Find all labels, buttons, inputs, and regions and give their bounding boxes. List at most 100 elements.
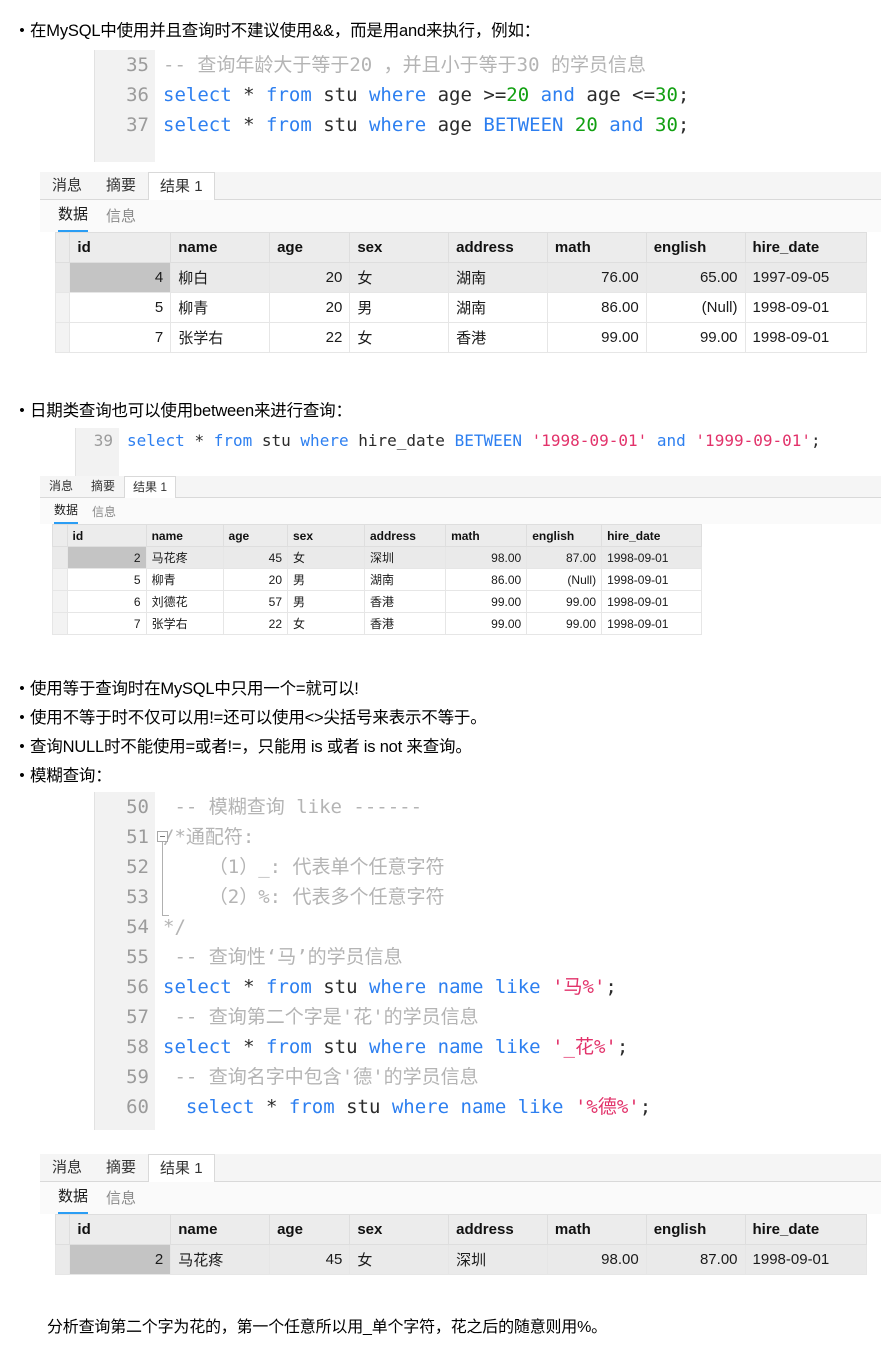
row-selector[interactable] [54,292,71,323]
tab-summary[interactable]: 摘要 [94,1153,148,1181]
column-header-math[interactable]: math [445,524,528,547]
cell-hire_date[interactable]: 1998-09-01 [744,1244,868,1275]
table-row[interactable]: 6 刘德花 57 男香港 99.00 99.00 1998-09-01 [52,590,702,613]
column-header-sex[interactable]: sex [349,232,450,263]
cell-hire_date[interactable]: 1998-09-01 [744,322,868,353]
cell-age[interactable]: 22 [269,322,351,353]
tab-result-1[interactable]: 结果 1 [124,476,177,498]
column-header-age[interactable]: age [269,1214,351,1245]
column-header-name[interactable]: name [170,232,271,263]
column-header-id[interactable]: id [69,232,172,263]
cell-math[interactable]: 76.00 [546,262,647,293]
tab-result-1[interactable]: 结果 1 [148,172,215,200]
table-row[interactable]: 5 柳青 20 男湖南 86.00 (Null) 1998-09-01 [54,292,868,323]
subtab-info[interactable]: 信息 [106,1184,136,1214]
cell-english[interactable]: 99.00 [526,612,603,635]
column-header-math[interactable]: math [546,1214,647,1245]
column-header-sex[interactable]: sex [349,1214,450,1245]
tab-summary[interactable]: 摘要 [94,171,148,199]
table-row[interactable]: 7 张学右 22 女香港 99.00 99.00 1998-09-01 [54,322,868,353]
fold-collapse-icon[interactable] [157,831,168,842]
cell-english[interactable]: (Null) [526,568,603,591]
result-table-1[interactable]: id name age sex address math english hire_date 4… [54,232,868,353]
cell-address[interactable]: 香港 [363,590,447,613]
row-selector[interactable] [54,262,71,293]
cell-id[interactable]: 4 [69,262,172,293]
column-header-english[interactable]: english [645,232,746,263]
cell-hire_date[interactable]: 1997-09-05 [744,262,868,293]
cell-math[interactable]: 99.00 [445,590,528,613]
cell-hire_date[interactable]: 1998-09-01 [601,612,702,635]
subtab-data[interactable]: 数据 [58,200,89,232]
table-row[interactable]: 2 马花疼 45 女深圳 98.00 87.00 1998-09-01 [54,1244,868,1275]
cell-hire_date[interactable]: 1998-09-01 [601,568,702,591]
cell-age[interactable]: 57 [222,590,289,613]
cell-math[interactable]: 86.00 [546,292,647,323]
row-selector[interactable] [52,590,68,613]
tab-messages[interactable]: 消息 [40,1153,94,1181]
cell-math[interactable]: 98.00 [445,546,528,569]
cell-sex[interactable]: 男 [349,292,450,323]
cell-hire_date[interactable]: 1998-09-01 [601,590,702,613]
column-header-id[interactable]: id [66,524,147,547]
tab-result-1[interactable]: 结果 1 [148,1154,215,1182]
subtab-data[interactable]: 数据 [54,498,79,524]
cell-sex[interactable]: 男 [287,568,365,591]
cell-english[interactable]: 87.00 [526,546,603,569]
cell-name[interactable]: 张学右 [145,612,224,635]
column-header-english[interactable]: english [645,1214,746,1245]
cell-name[interactable]: 马花疼 [170,1244,271,1275]
cell-age[interactable]: 45 [269,1244,351,1275]
column-header-age[interactable]: age [222,524,289,547]
result-table-2[interactable]: id name age sex address math english hire_date 2… [52,524,702,635]
column-header-address[interactable]: address [363,524,447,547]
cell-math[interactable]: 99.00 [546,322,647,353]
cell-english[interactable]: 99.00 [645,322,746,353]
subtab-data[interactable]: 数据 [58,1182,89,1214]
cell-sex[interactable]: 女 [349,322,450,353]
cell-english[interactable]: 99.00 [526,590,603,613]
tab-messages[interactable]: 消息 [40,171,94,199]
cell-id[interactable]: 2 [69,1244,172,1275]
column-header-math[interactable]: math [546,232,647,263]
subtab-info[interactable]: 信息 [92,500,116,524]
cell-id[interactable]: 5 [66,568,147,591]
cell-name[interactable]: 刘德花 [145,590,224,613]
cell-hire_date[interactable]: 1998-09-01 [601,546,702,569]
cell-address[interactable]: 深圳 [448,1244,548,1275]
column-header-hire_date[interactable]: hire_date [601,524,702,547]
row-selector[interactable] [52,612,68,635]
code-block-date-between[interactable]: 39 select * from stu where hire_date BETW… [75,428,881,476]
cell-id[interactable]: 5 [69,292,172,323]
cell-sex[interactable]: 女 [287,612,365,635]
cell-address[interactable]: 香港 [363,612,447,635]
cell-address[interactable]: 湖南 [448,262,548,293]
cell-name[interactable]: 马花疼 [145,546,224,569]
cell-english[interactable]: (Null) [645,292,746,323]
cell-math[interactable]: 98.00 [546,1244,647,1275]
cell-address[interactable]: 湖南 [448,292,548,323]
row-selector[interactable] [52,568,68,591]
tab-summary[interactable]: 摘要 [82,475,124,497]
cell-address[interactable]: 湖南 [363,568,447,591]
code-block-like[interactable]: 50 -- 模糊查询 like ------ 51 /*通配符: 52 （1）_: 代… [94,792,881,1130]
column-header-english[interactable]: english [526,524,603,547]
code-block-and-between[interactable]: 35 -- 查询年龄大于等于20 ，并且小于等于30 的学员信息 36 select … [94,50,881,162]
row-selector[interactable] [54,322,71,353]
table-row[interactable]: 7 张学右 22 女香港 99.00 99.00 1998-09-01 [52,612,702,635]
cell-id[interactable]: 6 [66,590,147,613]
column-header-hire_date[interactable]: hire_date [744,1214,868,1245]
column-header-age[interactable]: age [269,232,351,263]
cell-id[interactable]: 7 [66,612,147,635]
cell-address[interactable]: 深圳 [363,546,447,569]
cell-name[interactable]: 柳青 [170,292,271,323]
cell-english[interactable]: 87.00 [645,1244,746,1275]
column-header-address[interactable]: address [448,232,548,263]
cell-english[interactable]: 65.00 [645,262,746,293]
cell-name[interactable]: 张学右 [170,322,271,353]
cell-math[interactable]: 99.00 [445,612,528,635]
cell-name[interactable]: 柳青 [145,568,224,591]
column-header-sex[interactable]: sex [287,524,365,547]
cell-hire_date[interactable]: 1998-09-01 [744,292,868,323]
cell-age[interactable]: 20 [269,262,351,293]
